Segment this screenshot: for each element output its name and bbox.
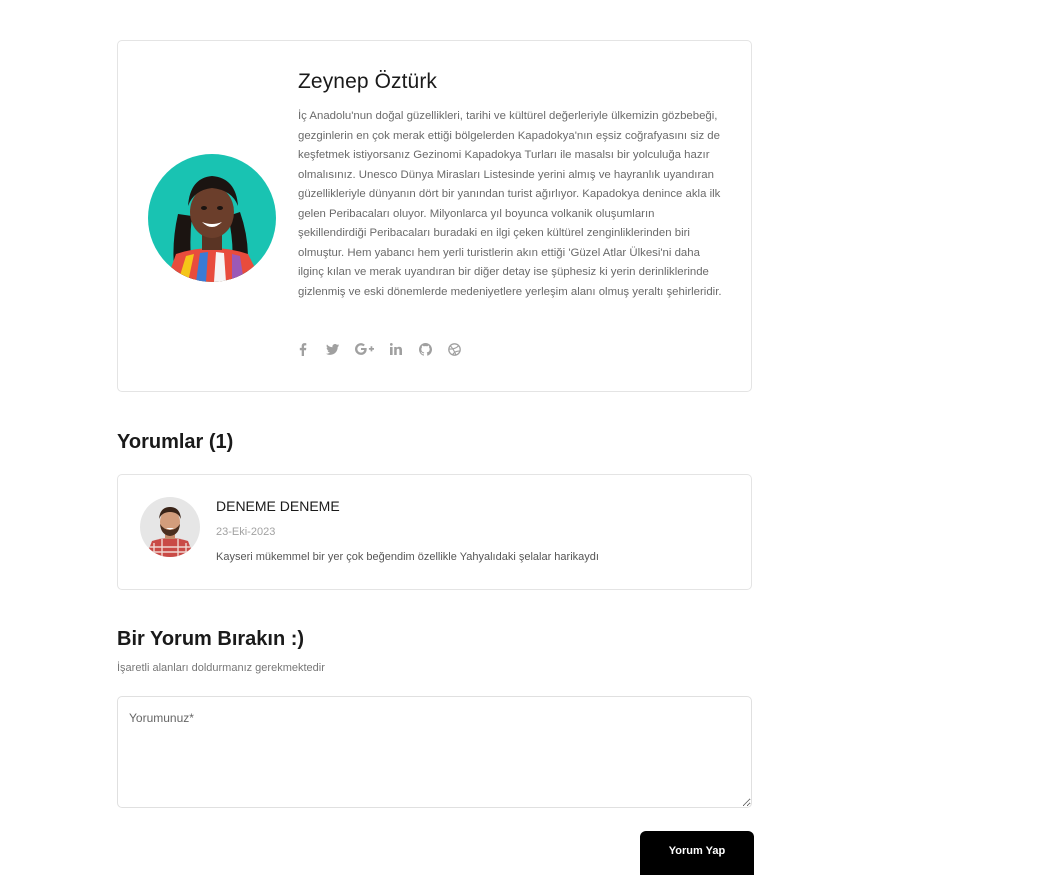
author-name: Zeynep Öztürk xyxy=(298,70,438,93)
comment-text: Kayseri mükemmel bir yer çok beğendim öz… xyxy=(216,551,599,563)
dribbble-icon[interactable] xyxy=(447,342,461,356)
github-icon[interactable] xyxy=(418,342,432,356)
comment-date: 23-Eki-2023 xyxy=(216,526,276,538)
google-plus-icon[interactable] xyxy=(354,342,374,356)
comment-author: DENEME DENEME xyxy=(216,498,340,514)
social-icons xyxy=(296,342,476,356)
author-bio: İç Anadolu'nun doğal güzellikleri, tarih… xyxy=(298,110,722,298)
author-avatar xyxy=(148,154,276,282)
comments-title: Yorumlar (1) xyxy=(117,431,234,453)
linkedin-icon[interactable] xyxy=(389,342,403,356)
author-card: Zeynep Öztürk İç Anadolu'nun doğal güzel… xyxy=(117,40,752,392)
facebook-icon[interactable] xyxy=(296,342,310,356)
twitter-icon[interactable] xyxy=(325,342,339,356)
required-note: İşaretli alanları doldurmanız gerekmekte… xyxy=(117,662,325,674)
comment-textarea[interactable] xyxy=(117,696,752,808)
leave-comment-title: Bir Yorum Bırakın :) xyxy=(117,628,305,650)
comment-avatar xyxy=(140,497,200,557)
submit-comment-button[interactable]: Yorum Yap xyxy=(640,831,754,875)
comment-card: DENEME DENEME 23-Eki-2023 Kayseri mükemm… xyxy=(117,474,752,590)
